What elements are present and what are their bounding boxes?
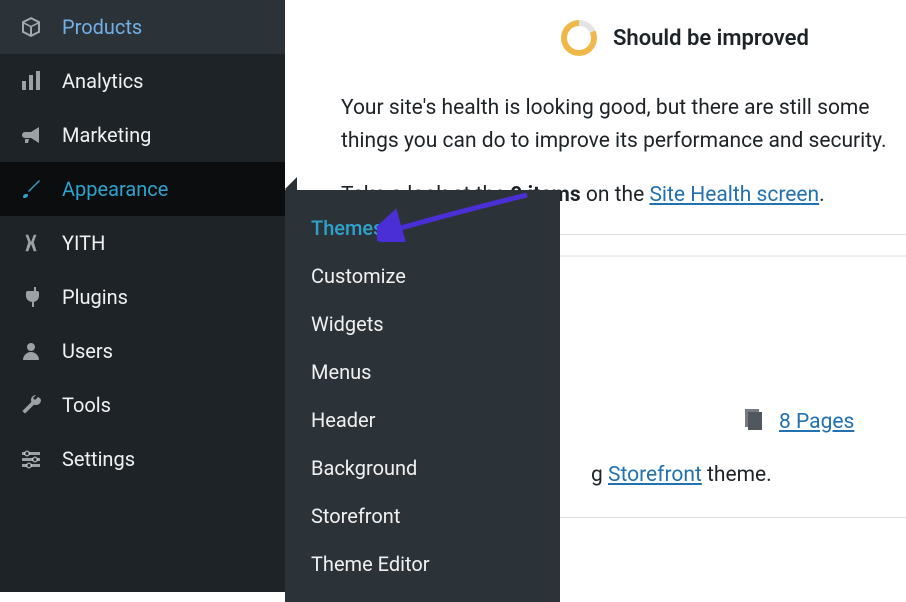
health-description: Your site's health is looking good, but … xyxy=(341,92,906,157)
submenu-item-widgets[interactable]: Widgets xyxy=(285,300,560,348)
user-icon xyxy=(18,338,44,364)
submenu-item-theme-editor[interactable]: Theme Editor xyxy=(285,540,560,588)
submenu-item-menus[interactable]: Menus xyxy=(285,348,560,396)
sidebar-item-settings[interactable]: Settings xyxy=(0,432,285,486)
sidebar-item-marketing[interactable]: Marketing xyxy=(0,108,285,162)
theme-prefix: g xyxy=(591,463,608,487)
bar-chart-icon xyxy=(18,68,44,94)
brush-icon xyxy=(18,176,44,202)
pages-summary: 8 Pages xyxy=(741,407,906,437)
plug-icon xyxy=(18,284,44,310)
appearance-submenu: Themes Customize Widgets Menus Header Ba… xyxy=(285,190,560,602)
sidebar-item-users[interactable]: Users xyxy=(0,324,285,378)
theme-suffix: theme. xyxy=(702,463,772,487)
box-icon xyxy=(18,14,44,40)
site-health-link[interactable]: Site Health screen xyxy=(649,183,819,207)
sidebar-item-yith[interactable]: YITH xyxy=(0,216,285,270)
sidebar-item-label: Marketing xyxy=(62,123,151,147)
health-progress-icon xyxy=(561,20,597,56)
sidebar-item-plugins[interactable]: Plugins xyxy=(0,270,285,324)
health-title: Should be improved xyxy=(613,26,809,51)
pages-link[interactable]: 8 Pages xyxy=(779,410,854,434)
health-take-mid: on the xyxy=(581,183,650,207)
sidebar-item-label: Appearance xyxy=(62,177,168,201)
sidebar-item-analytics[interactable]: Analytics xyxy=(0,54,285,108)
sliders-icon xyxy=(18,446,44,472)
submenu-item-header[interactable]: Header xyxy=(285,396,560,444)
sidebar-item-label: Users xyxy=(62,339,113,363)
sidebar-item-label: Settings xyxy=(62,447,135,471)
sidebar-item-label: Analytics xyxy=(62,69,144,93)
megaphone-icon xyxy=(18,122,44,148)
pages-stack-icon xyxy=(741,407,765,437)
sidebar-item-tools[interactable]: Tools xyxy=(0,378,285,432)
sidebar-item-label: Tools xyxy=(62,393,111,417)
yith-icon xyxy=(18,230,44,256)
health-take-suffix: . xyxy=(819,183,825,207)
sidebar-item-label: Products xyxy=(62,15,142,39)
sidebar-item-label: Plugins xyxy=(62,285,128,309)
submenu-item-storefront[interactable]: Storefront xyxy=(285,492,560,540)
site-health-summary: Should be improved xyxy=(561,20,906,56)
theme-link[interactable]: Storefront xyxy=(608,463,702,487)
sidebar-item-label: YITH xyxy=(62,231,105,255)
wrench-icon xyxy=(18,392,44,418)
sidebar-item-products[interactable]: Products xyxy=(0,0,285,54)
current-theme-text: g Storefront theme. xyxy=(591,463,906,487)
submenu-item-background[interactable]: Background xyxy=(285,444,560,492)
sidebar-item-appearance[interactable]: Appearance xyxy=(0,162,285,216)
submenu-item-themes[interactable]: Themes xyxy=(285,204,560,252)
admin-sidebar: Products Analytics Marketing Appearance … xyxy=(0,0,285,592)
submenu-item-customize[interactable]: Customize xyxy=(285,252,560,300)
